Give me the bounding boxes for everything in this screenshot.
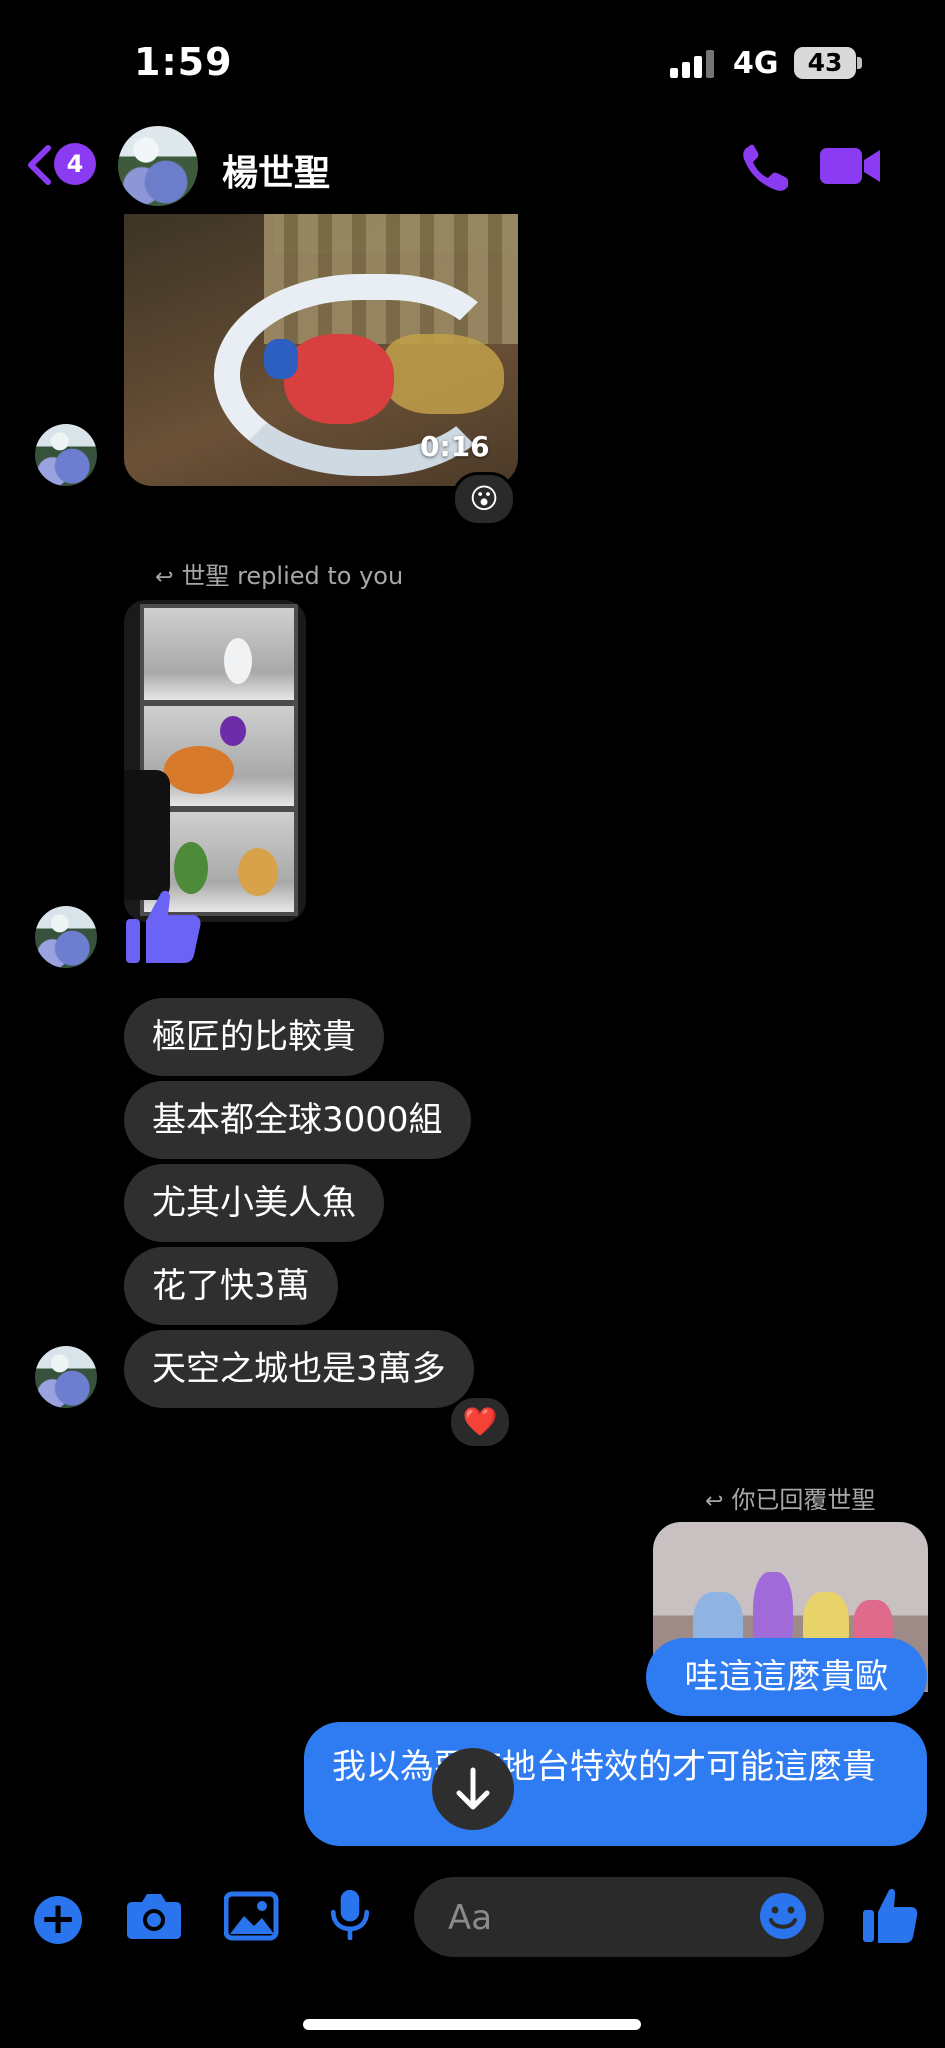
figure [224,638,252,684]
microphone-icon[interactable] [322,1888,378,1940]
status-time: 1:59 [134,40,233,84]
message-bubble-outgoing[interactable]: 我以為要有地台特效的才可能這麼貴 [304,1722,927,1846]
speaker-object [124,770,170,900]
reply-label-text: 世聖 replied to you [181,562,404,590]
sender-avatar[interactable] [35,906,97,968]
thumbs-up-icon[interactable] [862,1886,918,1944]
emoji-icon[interactable] [758,1891,808,1941]
plus-icon[interactable]: + [34,1896,82,1944]
message-bubble-outgoing[interactable]: 哇這這麼貴歐 [646,1638,927,1716]
message-bubble-incoming[interactable]: 基本都全球3000組 [124,1081,471,1159]
reply-label-incoming: ↩ 世聖 replied to you [155,556,403,591]
reply-label-text: 你已回覆世聖 [731,1486,876,1514]
video-duration: 0:16 [420,430,490,463]
figure [220,716,246,746]
reply-arrow-icon: ↩ [705,1489,724,1514]
battery-tip [857,57,862,69]
message-bubble-incoming[interactable]: 花了快3萬 [124,1247,338,1325]
photo-message[interactable] [124,600,306,922]
gallery-icon[interactable] [224,1890,280,1942]
arrow-down-icon [456,1767,490,1810]
video-scene-figure [284,334,394,424]
figure [164,746,234,794]
cellular-signal-icon [670,50,718,78]
message-input[interactable] [446,1893,750,1943]
figure [238,848,278,896]
reply-label-outgoing: ↩ 你已回覆世聖 [705,1480,875,1515]
message-bubble-incoming[interactable]: 極匠的比較貴 [124,998,384,1076]
camera-icon[interactable] [126,1890,182,1942]
video-scene-gold [384,334,504,414]
contact-avatar[interactable] [118,126,198,206]
video-message[interactable]: 0:16 [124,214,518,486]
video-camera-icon[interactable] [820,146,882,186]
scroll-to-bottom-button[interactable] [432,1748,514,1830]
network-type: 4G [733,46,779,81]
reply-arrow-icon: ↩ [155,565,174,590]
thumbs-up-icon [126,890,201,963]
battery-icon: 43 [794,47,856,79]
phone-icon[interactable] [740,143,792,193]
message-reaction[interactable]: ❤️ [448,1395,512,1449]
video-scene-figure-small [264,339,298,379]
display-case-top [140,604,298,704]
sender-avatar[interactable] [35,1346,97,1408]
message-reaction[interactable]: 😮 [452,472,516,526]
sender-avatar[interactable] [35,424,97,486]
message-bubble-incoming[interactable]: 天空之城也是3萬多 [124,1330,474,1408]
contact-name[interactable]: 楊世聖 [222,144,330,196]
message-bubble-incoming[interactable]: 尤其小美人魚 [124,1164,384,1242]
back-chevron-icon[interactable] [26,145,52,185]
unread-count-badge[interactable]: 4 [54,143,96,185]
home-indicator [303,2019,641,2030]
